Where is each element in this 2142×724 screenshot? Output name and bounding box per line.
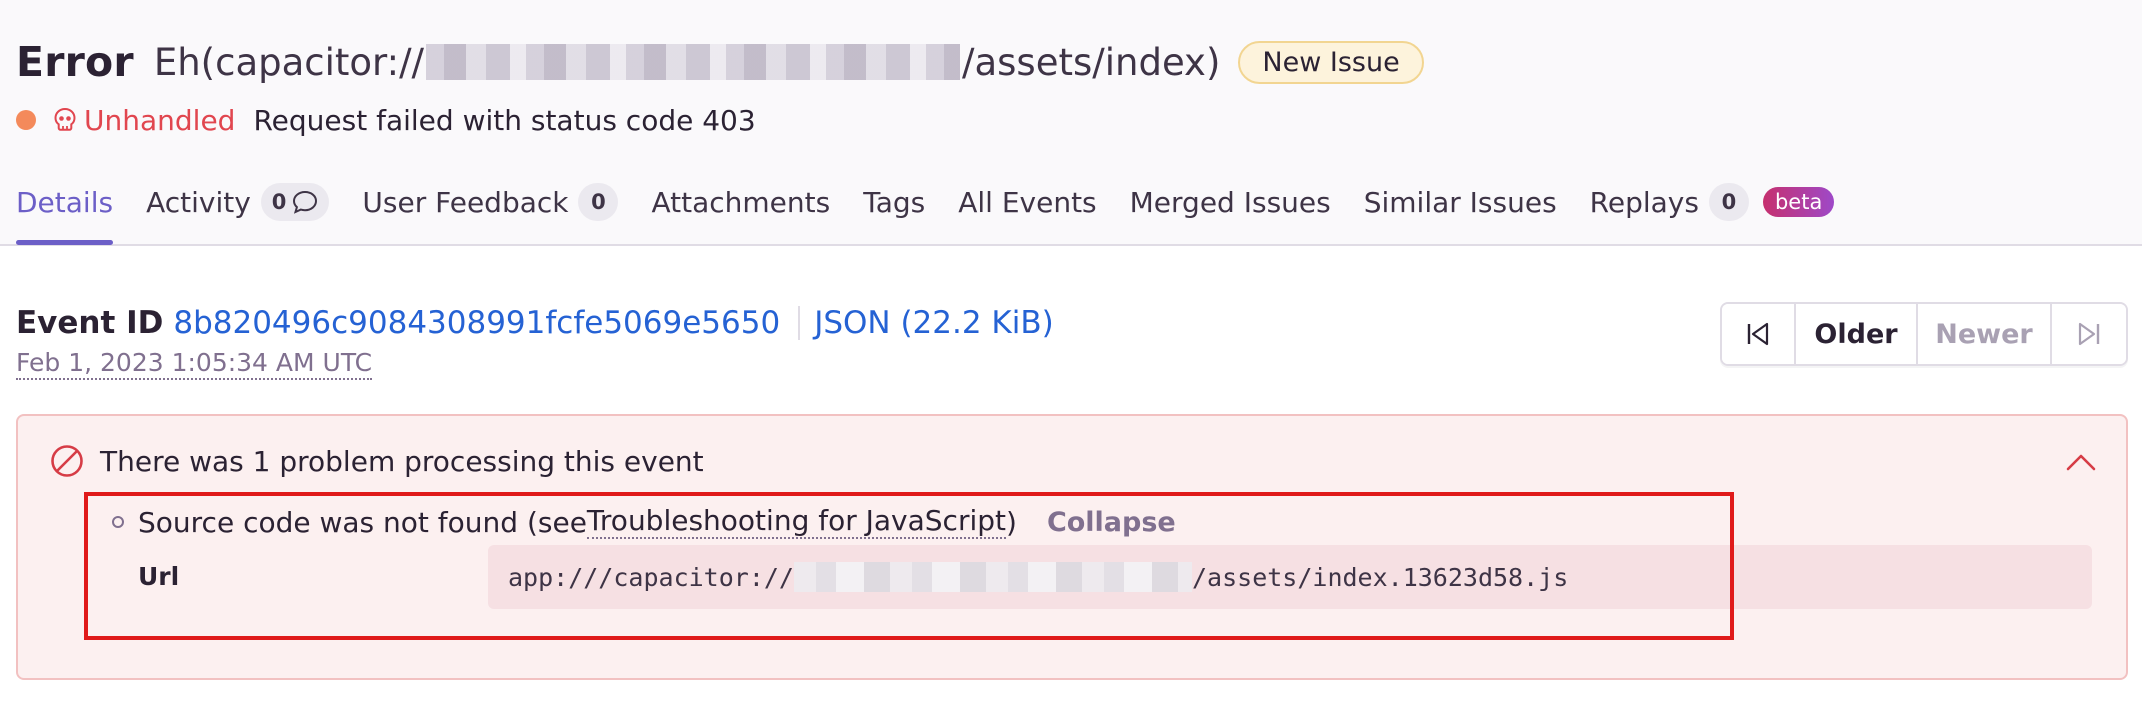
redacted-text: [426, 44, 961, 80]
tab-label: All Events: [958, 185, 1097, 219]
tab-user-feedback[interactable]: User Feedback 0: [362, 180, 619, 224]
skip-last-icon: [2078, 322, 2100, 346]
unhandled-label: Unhandled: [84, 103, 236, 137]
user-feedback-count-badge: 0: [578, 183, 619, 221]
tab-label: Similar Issues: [1363, 185, 1557, 219]
tab-label: Activity: [146, 185, 251, 219]
tab-details[interactable]: Details: [16, 180, 114, 245]
tab-label: Replays: [1589, 185, 1699, 219]
first-event-button[interactable]: [1722, 304, 1796, 364]
last-event-button[interactable]: [2052, 304, 2126, 364]
replays-count-badge: 0: [1708, 183, 1749, 221]
tab-label: Merged Issues: [1129, 185, 1331, 219]
event-pager: Older Newer: [1720, 302, 2128, 366]
tab-merged-issues[interactable]: Merged Issues: [1130, 180, 1331, 224]
issue-value: Eh(capacitor:// /assets/index): [154, 41, 1221, 84]
beta-badge: beta: [1762, 187, 1835, 217]
event-timestamp[interactable]: Feb 1, 2023 1:05:34 AM UTC: [16, 348, 373, 380]
tab-label: Attachments: [651, 185, 831, 219]
issue-type: Error: [16, 38, 134, 86]
tab-attachments[interactable]: Attachments: [651, 180, 830, 224]
error-message: Request failed with status code 403: [253, 103, 756, 137]
issue-header: Error Eh(capacitor:// /assets/index) New…: [0, 0, 2142, 246]
event-id-link[interactable]: 8b820496c9084308991fcfe5069e5650: [173, 305, 780, 341]
tab-activity[interactable]: Activity 0: [146, 180, 330, 224]
event-id-label: Event ID: [16, 305, 164, 341]
json-link[interactable]: JSON (22.2 KiB): [814, 305, 1054, 341]
older-event-button[interactable]: Older: [1796, 304, 1918, 364]
skull-icon: [54, 107, 76, 131]
activity-count-badge: 0: [260, 183, 330, 221]
issue-value-suffix: /assets/index): [962, 40, 1221, 84]
issue-tabs: Details Activity 0 User Feedback 0 Attac…: [16, 180, 1867, 246]
level-indicator: [16, 110, 36, 130]
new-issue-badge: New Issue: [1238, 40, 1424, 84]
processing-errors-heading: There was 1 problem processing this even…: [50, 444, 704, 478]
skip-first-icon: [1747, 322, 1769, 346]
tab-replays[interactable]: Replays 0 beta: [1590, 180, 1835, 224]
chevron-up-icon[interactable]: [2066, 452, 2096, 472]
ban-icon: [51, 445, 83, 477]
issue-title: Error Eh(capacitor:// /assets/index) New…: [16, 36, 1424, 88]
processing-errors-title: There was 1 problem processing this even…: [100, 444, 704, 478]
tab-all-events[interactable]: All Events: [958, 180, 1096, 224]
tab-tags[interactable]: Tags: [863, 180, 925, 224]
divider: [798, 306, 801, 340]
tab-label: Details: [16, 185, 114, 219]
comment-icon: [293, 190, 318, 214]
tab-label: User Feedback: [362, 185, 569, 219]
event-id-row: Event ID 8b820496c9084308991fcfe5069e565…: [16, 300, 1054, 346]
tab-label: Tags: [863, 185, 926, 219]
tab-similar-issues[interactable]: Similar Issues: [1364, 180, 1557, 224]
issue-value-prefix: Eh(capacitor://: [153, 40, 425, 84]
annotation-highlight-box: [84, 492, 1734, 640]
issue-subtitle: Unhandled Request failed with status cod…: [16, 100, 756, 140]
count-value: 0: [271, 190, 287, 214]
newer-event-button[interactable]: Newer: [1918, 304, 2052, 364]
